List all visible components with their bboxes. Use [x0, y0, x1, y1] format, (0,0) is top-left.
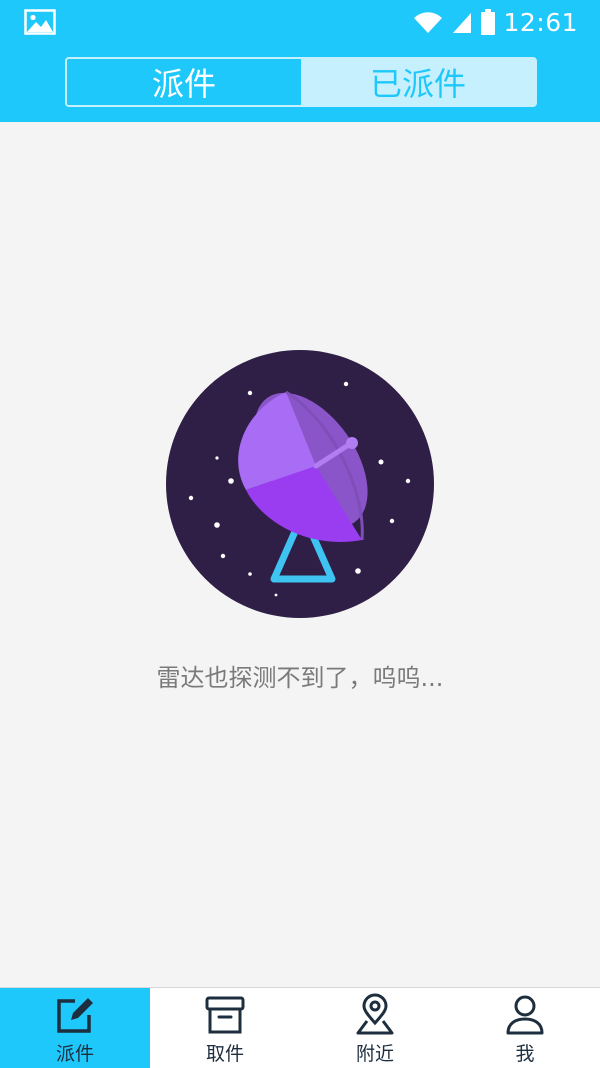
box-icon	[205, 996, 245, 1034]
nav-label-dispatch: 派件	[55, 1043, 94, 1065]
app-header: 派件 已派件	[0, 44, 600, 122]
empty-message: 雷达也探测不到了，呜呜...	[156, 664, 444, 692]
signal-icon	[453, 13, 472, 33]
battery-icon	[481, 9, 496, 35]
status-indicators: 12:61	[413, 6, 578, 38]
user-icon	[506, 995, 544, 1035]
image-icon	[24, 9, 56, 35]
status-time: 12:61	[503, 7, 578, 37]
tab-dispatched[interactable]: 已派件	[301, 59, 535, 105]
map-pin-icon	[356, 993, 394, 1035]
empty-state: 雷达也探测不到了，呜呜...	[0, 350, 600, 693]
nav-label-me: 我	[515, 1043, 535, 1065]
nav-item-nearby[interactable]: 附近	[300, 988, 450, 1068]
nav-item-pickup[interactable]: 取件	[150, 988, 300, 1068]
nav-item-me[interactable]: 我	[450, 988, 600, 1068]
status-bar: 12:61	[0, 0, 600, 44]
segmented-control: 派件 已派件	[65, 57, 537, 107]
edit-icon	[57, 998, 93, 1033]
tab-dispatch[interactable]: 派件	[67, 59, 301, 105]
radar-dish-illustration	[166, 350, 434, 618]
nav-label-nearby: 附近	[355, 1043, 394, 1065]
nav-label-pickup: 取件	[205, 1043, 244, 1065]
bottom-nav: 派件 取件 附近 我	[0, 987, 600, 1068]
wifi-icon	[414, 12, 443, 33]
nav-item-dispatch[interactable]: 派件	[0, 988, 150, 1068]
